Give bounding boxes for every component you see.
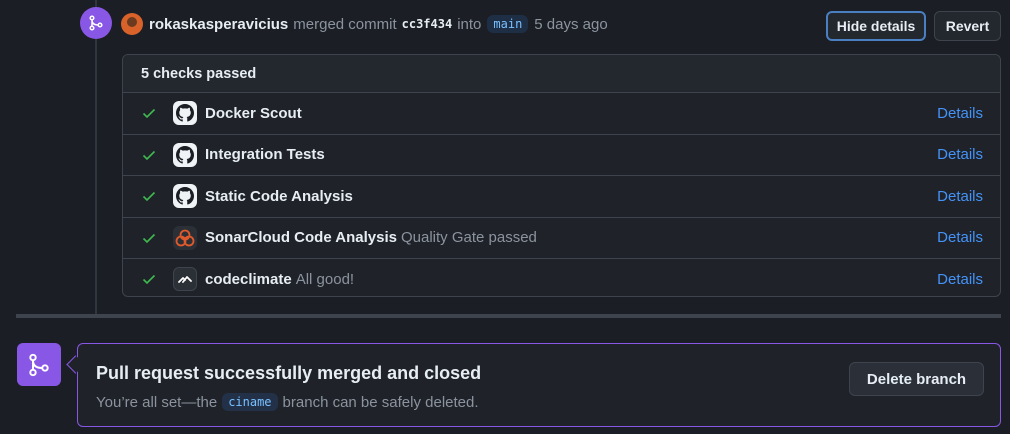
check-row: Integration Tests Details bbox=[123, 135, 1000, 176]
check-description: Quality Gate passed bbox=[400, 229, 537, 247]
check-details-link[interactable]: Details bbox=[937, 271, 983, 288]
merged-title: Pull request successfully merged and clo… bbox=[96, 363, 482, 383]
merge-event-row: rokaskasperavicius merged commit cc3f434… bbox=[121, 12, 608, 36]
avatar[interactable] bbox=[121, 13, 143, 35]
delete-branch-button[interactable]: Delete branch bbox=[849, 362, 984, 396]
merged-subtitle: You’re all set—the ciname branch can be … bbox=[96, 393, 479, 411]
event-into: into bbox=[457, 15, 482, 33]
check-name: codeclimate bbox=[205, 270, 292, 288]
check-icon bbox=[141, 105, 157, 121]
check-description: All good! bbox=[295, 270, 355, 288]
merge-event-badge bbox=[80, 7, 112, 39]
author-link[interactable]: rokaskasperavicius bbox=[149, 16, 288, 33]
check-icon bbox=[141, 230, 157, 246]
check-row: SonarCloud Code Analysis Quality Gate pa… bbox=[123, 218, 1000, 259]
check-name: Static Code Analysis bbox=[205, 187, 353, 205]
check-name: SonarCloud Code Analysis bbox=[205, 229, 397, 247]
check-details-link[interactable]: Details bbox=[937, 105, 983, 122]
merged-status-panel: Pull request successfully merged and clo… bbox=[77, 343, 1001, 427]
git-merge-icon bbox=[29, 353, 49, 376]
event-time[interactable]: 5 days ago bbox=[534, 16, 607, 33]
target-branch[interactable]: main bbox=[487, 15, 529, 33]
git-merge-icon bbox=[89, 15, 103, 31]
github-icon bbox=[173, 142, 197, 167]
check-icon bbox=[141, 188, 157, 204]
check-icon bbox=[141, 271, 157, 287]
github-icon bbox=[173, 184, 197, 209]
hide-details-button[interactable]: Hide details bbox=[826, 11, 926, 41]
checks-summary: 5 checks passed bbox=[123, 55, 1000, 93]
check-icon bbox=[141, 147, 157, 163]
check-row: codeclimate All good! Details bbox=[123, 259, 1000, 296]
check-details-link[interactable]: Details bbox=[937, 146, 983, 163]
merged-status-badge bbox=[17, 343, 61, 386]
check-row: Static Code Analysis Details bbox=[123, 176, 1000, 218]
timeline-line bbox=[95, 0, 97, 314]
event-action: merged commit bbox=[293, 15, 397, 33]
head-branch[interactable]: ciname bbox=[222, 393, 278, 411]
timeline-divider bbox=[16, 314, 1001, 318]
check-details-link[interactable]: Details bbox=[937, 188, 983, 205]
check-row: Docker Scout Details bbox=[123, 93, 1000, 135]
merged-sub-prefix: You’re all set—the bbox=[96, 393, 218, 411]
revert-button[interactable]: Revert bbox=[934, 11, 1001, 41]
check-name: Integration Tests bbox=[205, 146, 325, 164]
commit-sha-link[interactable]: cc3f434 bbox=[402, 17, 453, 31]
sonarcloud-icon bbox=[173, 225, 197, 250]
check-name: Docker Scout bbox=[205, 104, 302, 122]
check-details-link[interactable]: Details bbox=[937, 229, 983, 246]
github-icon bbox=[173, 101, 197, 126]
codeclimate-icon bbox=[173, 267, 197, 292]
checks-panel: 5 checks passed Docker Scout Details Int… bbox=[122, 54, 1001, 297]
merged-sub-suffix: branch can be safely deleted. bbox=[282, 393, 479, 411]
